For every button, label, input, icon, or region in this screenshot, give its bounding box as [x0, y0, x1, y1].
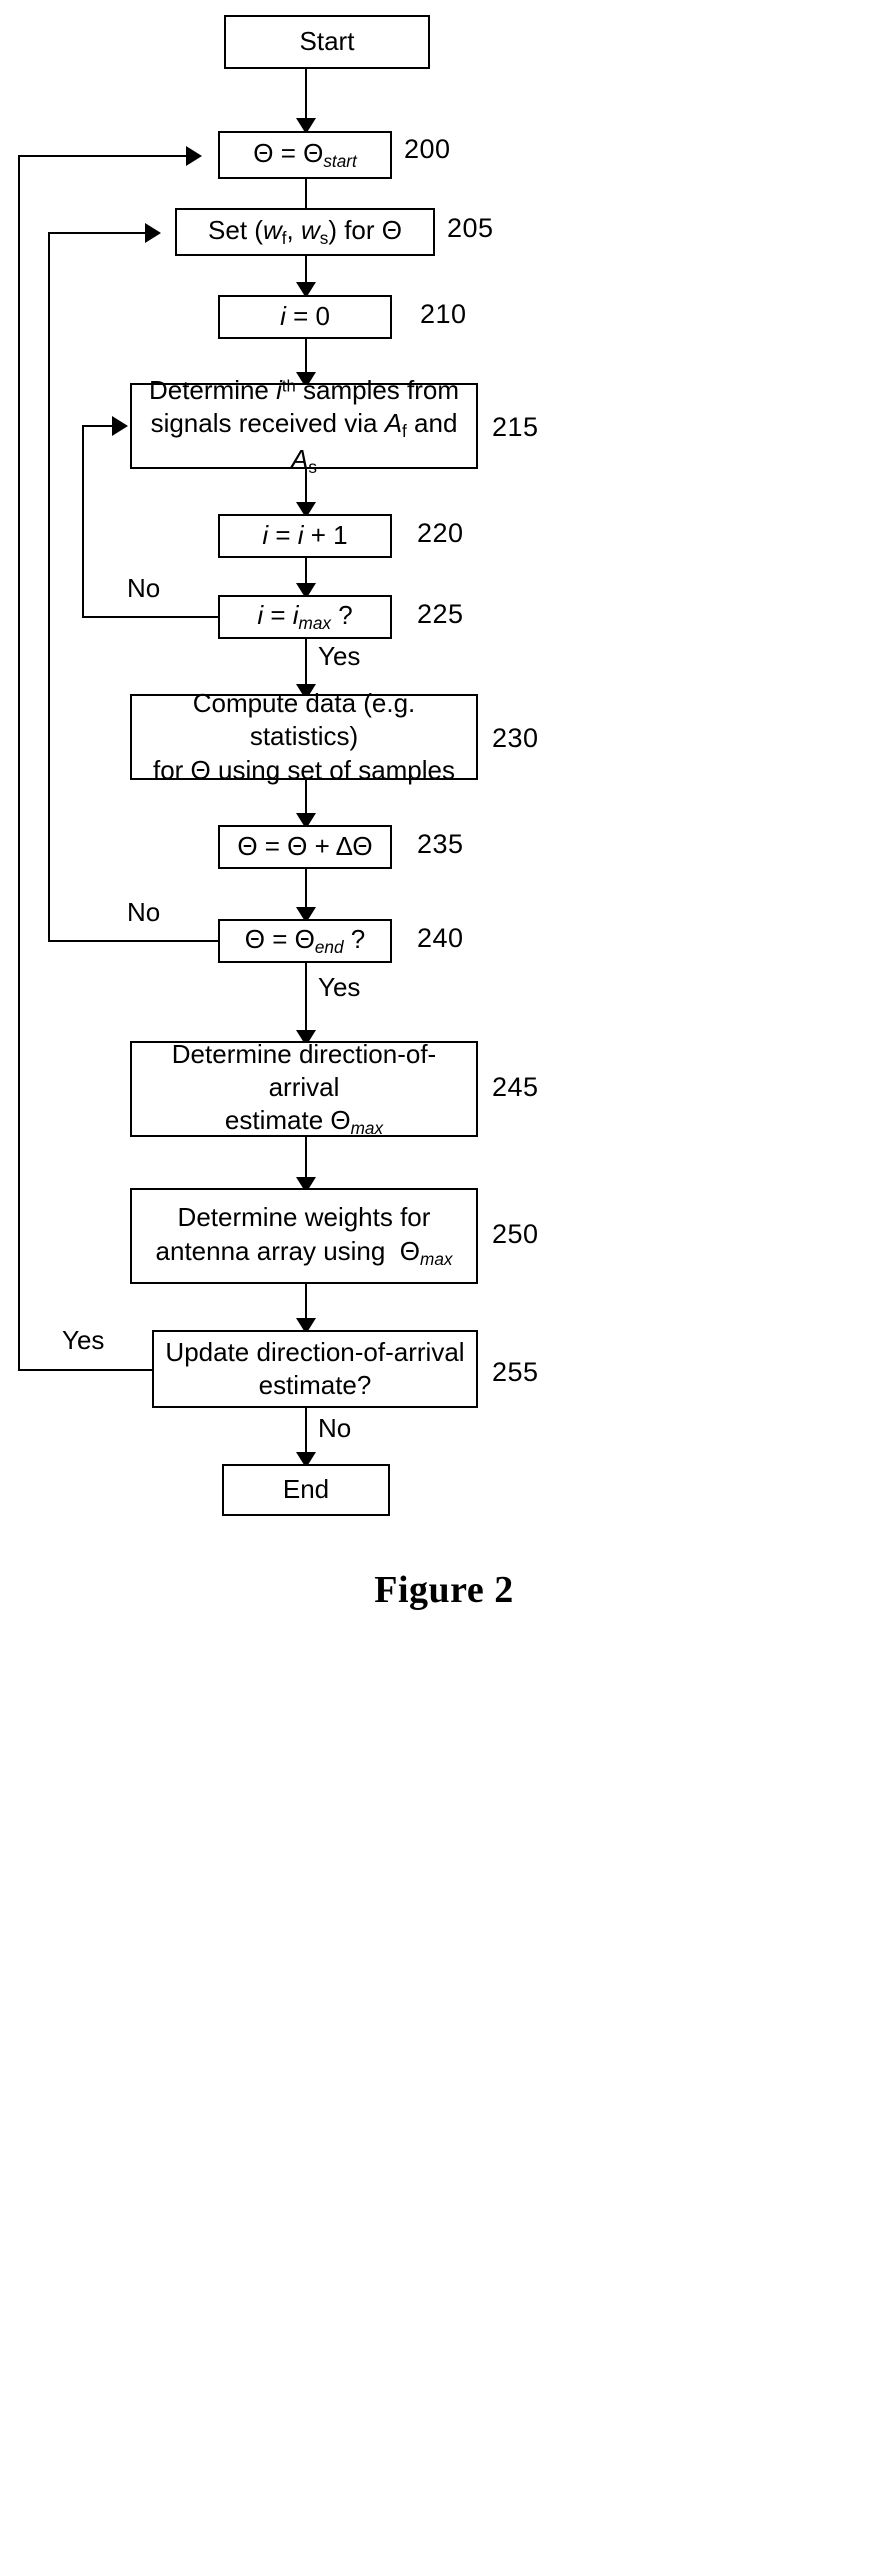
ref-numeral-250: 250: [492, 1219, 539, 1249]
connector-start-to-200: [305, 69, 307, 123]
edge-label-225-yes: Yes: [318, 641, 361, 671]
edge-label-255-yes: Yes: [62, 1325, 105, 1355]
ref-numeral-205: 205: [447, 213, 494, 243]
arrowhead-255-yes-to-200: [186, 146, 202, 166]
ref-numeral-200: 200: [404, 134, 451, 164]
node-250-determine-weights: Determine weights for antenna array usin…: [130, 1188, 478, 1284]
edge-label-255-no: No: [318, 1413, 352, 1443]
node-245-label-line1: Determine direction-of-arrival: [171, 1038, 437, 1103]
node-245-label-line2: estimate Θmax: [224, 1105, 384, 1139]
figure-canvas: Start Θ = Θstart 200 Set (wf, ws) for Θ …: [0, 0, 888, 1660]
ref-numeral-215: 215: [492, 412, 539, 442]
figure-caption: Figure 2: [374, 1569, 514, 1611]
edge-label-240-yes: Yes: [318, 972, 361, 1002]
ref-numeral-245: 245: [492, 1072, 539, 1102]
node-210-label: i = 0: [280, 301, 330, 332]
node-220-increment-i: i = i + 1: [218, 514, 392, 558]
node-230-compute-data: Compute data (e.g. statistics) for Θ usi…: [130, 688, 478, 785]
node-215-label-line1: Determine ith samples from: [148, 374, 460, 405]
node-start-label: Start: [299, 26, 355, 57]
node-200-theta-init: Θ = Θstart: [218, 131, 392, 179]
node-250-label-line1: Determine weights for: [177, 1202, 431, 1233]
ref-numeral-210: 210: [420, 299, 467, 329]
node-240-theta-end-decision: Θ = Θend ?: [218, 919, 392, 963]
ref-numeral-235: 235: [417, 829, 464, 859]
node-end: End: [222, 1464, 390, 1516]
node-250-label-line2: antenna array using Θmax: [155, 1235, 453, 1269]
node-235-theta-increment: Θ = Θ + ΔΘ: [218, 825, 392, 869]
edge-label-225-no: No: [127, 573, 161, 603]
node-230-label-line2: for Θ using set of samples: [152, 754, 456, 785]
node-end-label: End: [282, 1474, 330, 1505]
node-255-update-doa-decision: Update direction-of-arrival estimate?: [152, 1330, 478, 1408]
node-235-label: Θ = Θ + ΔΘ: [237, 831, 373, 862]
node-215-determine-samples: Determine ith samples from signals recei…: [130, 375, 478, 476]
ref-numeral-225: 225: [417, 599, 464, 629]
connector-225-no-vertical: [82, 425, 84, 618]
node-230-label-line1: Compute data (e.g. statistics): [192, 688, 416, 752]
edge-label-240-no: No: [127, 897, 161, 927]
node-225-i-max-decision: i = imax ?: [218, 595, 392, 639]
ref-numeral-240: 240: [417, 923, 464, 953]
connector-225-no-to-215: [82, 425, 112, 427]
arrowhead-225-no-to-215: [112, 416, 128, 436]
node-220-label: i = i + 1: [262, 520, 348, 551]
connector-255-yes-vertical: [18, 155, 20, 1371]
node-205-set-weights: Set (wf, ws) for Θ: [175, 208, 435, 256]
ref-numeral-220: 220: [417, 518, 464, 548]
node-245-determine-doa: Determine direction-of-arrival estimate …: [130, 1038, 478, 1139]
node-215-label-line2: signals received via Af and As: [150, 407, 458, 477]
ref-numeral-255: 255: [492, 1357, 539, 1387]
connector-240-no-vertical: [48, 232, 50, 942]
connector-240-no-horizontal: [48, 940, 219, 942]
connector-240-no-to-205: [48, 232, 145, 234]
node-240-label: Θ = Θend ?: [244, 924, 366, 957]
node-210-i-zero: i = 0: [218, 295, 392, 339]
arrowhead-240-no-to-205: [145, 223, 161, 243]
node-255-label-line1: Update direction-of-arrival: [165, 1336, 465, 1367]
node-start: Start: [224, 15, 430, 69]
node-205-label: Set (wf, ws) for Θ: [208, 215, 402, 248]
node-200-label: Θ = Θstart: [253, 138, 357, 171]
node-225-label: i = imax ?: [257, 600, 353, 633]
connector-255-yes-to-200: [18, 155, 186, 157]
ref-numeral-230: 230: [492, 723, 539, 753]
connector-255-yes-horizontal: [18, 1369, 153, 1371]
node-255-label-line2: estimate?: [258, 1370, 372, 1400]
connector-225-no-horizontal: [82, 616, 219, 618]
